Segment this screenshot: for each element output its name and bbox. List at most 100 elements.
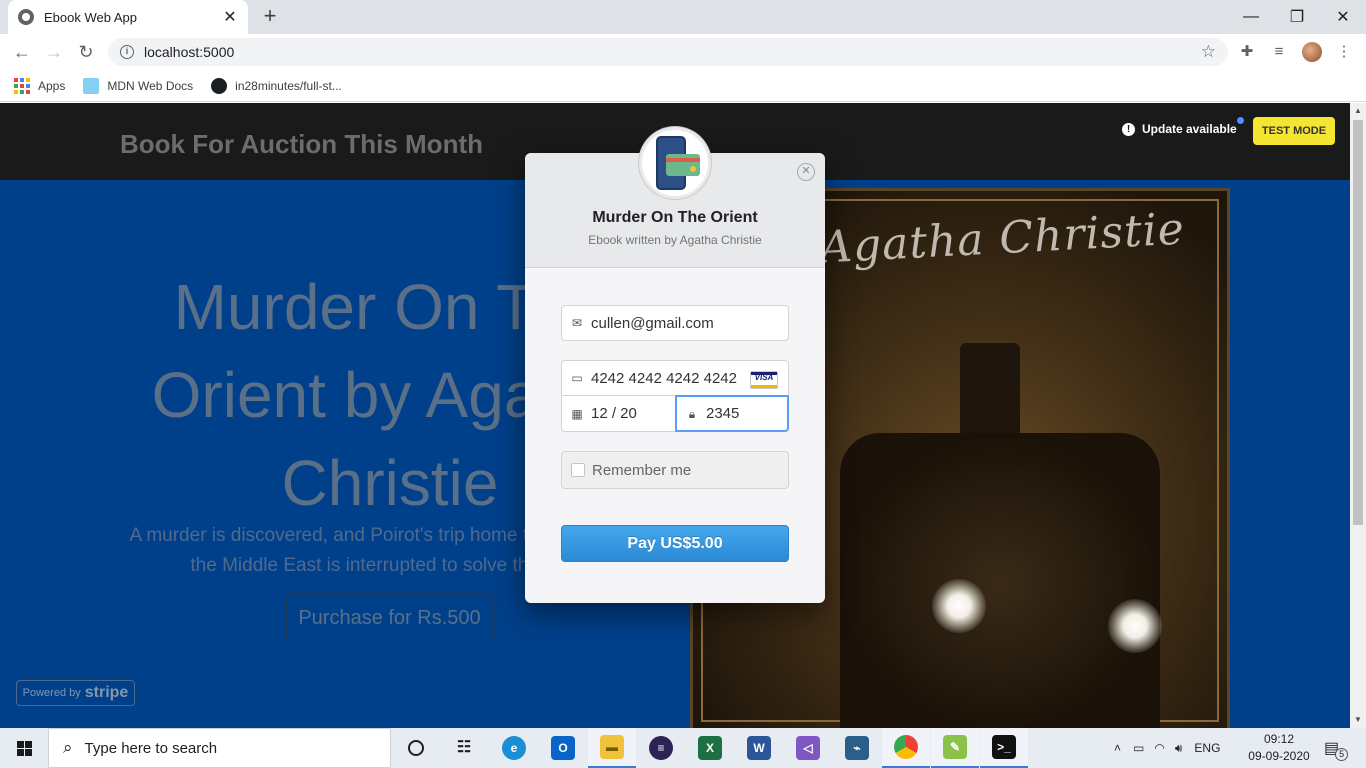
search-icon: ⌕ [63, 738, 73, 757]
taskbar-terminal[interactable]: >_ [980, 728, 1028, 768]
github-icon [211, 77, 228, 94]
taskbar-eclipse[interactable]: ≡ [637, 728, 685, 768]
menu-icon[interactable]: ⋮ [1334, 42, 1354, 62]
chrome-icon [894, 735, 918, 759]
page-scrollbar[interactable]: ▲ ▼ [1350, 103, 1366, 728]
powered-by-label: Powered by [22, 687, 81, 699]
bookmark-github[interactable]: in28minutes/full-st... [211, 77, 342, 94]
url-text[interactable]: localhost:5000 [144, 44, 1201, 60]
bookmark-mdn[interactable]: MDN Web Docs [83, 77, 194, 94]
remember-checkbox[interactable] [571, 463, 585, 477]
maximize-button[interactable]: ❐ [1274, 0, 1320, 34]
back-arrow-icon[interactable]: ← [10, 40, 34, 64]
clock[interactable]: 09:12 09-09-2020 [1240, 731, 1318, 765]
mdn-icon [83, 77, 100, 94]
pay-button[interactable]: Pay US$5.00 [561, 525, 789, 562]
browser-tab[interactable]: Ebook Web App ✕ [8, 0, 248, 34]
remember-me-row[interactable]: Remember me [561, 451, 789, 489]
apps-grid-icon [14, 77, 30, 94]
taskbar-notepad[interactable]: ✎ [931, 728, 979, 768]
profile-avatar[interactable] [1302, 42, 1322, 62]
card-icon: ▭ [571, 371, 583, 385]
minimize-button[interactable]: — [1228, 0, 1274, 34]
envelope-icon: ✉ [571, 316, 583, 330]
bookmark-apps[interactable]: Apps [14, 77, 65, 94]
scroll-thumb[interactable] [1353, 120, 1363, 525]
stripe-logo: stripe [84, 684, 129, 701]
close-icon[interactable]: ✕ [797, 163, 815, 181]
calendar-icon: ▦ [571, 406, 583, 421]
update-label: Update available [1142, 122, 1237, 136]
cortana-button[interactable] [392, 728, 440, 768]
email-value: cullen@gmail.com [591, 314, 714, 332]
wifi-icon[interactable]: ◠ [1154, 741, 1164, 755]
notification-center[interactable]: ▤ 5 [1324, 728, 1349, 768]
media-control-icon[interactable]: ≡ [1269, 42, 1289, 62]
powered-by-stripe[interactable]: Powered by stripe [16, 680, 135, 706]
search-placeholder: Type here to search [84, 739, 218, 757]
modal-header: ✕ Murder On The Orient Ebook written by … [525, 127, 825, 268]
payment-logo-icon [639, 127, 711, 199]
taskbar-mysql-workbench[interactable]: ⌁ [833, 728, 881, 768]
cortana-icon [408, 740, 424, 756]
outlook-icon: O [551, 736, 575, 760]
taskbar-outlook[interactable]: O [539, 728, 587, 768]
forward-arrow-icon[interactable]: → [42, 40, 66, 64]
chevron-up-icon[interactable]: ˄ [1114, 741, 1121, 755]
start-button[interactable] [0, 728, 48, 768]
system-tray: ˄ ▭ ◠ 🔊︎ ENG [1114, 728, 1220, 768]
notification-count: 5 [1335, 747, 1349, 761]
browser-toolbar: ← → ↻ i localhost:5000 ☆ ✚ ≡ ⋮ [0, 34, 1366, 70]
excel-icon: X [698, 736, 722, 760]
cvc-value: 2345 [706, 405, 740, 422]
extensions-icon[interactable]: ✚ [1237, 42, 1257, 62]
reload-icon[interactable]: ↻ [74, 40, 98, 64]
taskbar-search[interactable]: ⌕ Type here to search [48, 728, 391, 768]
clock-date: 09-09-2020 [1248, 749, 1310, 763]
notification-dot-icon [1237, 117, 1244, 124]
taskbar-chrome[interactable] [882, 728, 930, 768]
clock-time: 09:12 [1263, 732, 1295, 746]
info-icon[interactable]: i [120, 45, 134, 59]
scroll-up-icon[interactable]: ▲ [1350, 103, 1366, 119]
visual-studio-icon: ◁ [796, 736, 820, 760]
taskbar-visual-studio[interactable]: ◁ [784, 728, 832, 768]
card-number-field[interactable]: ▭ 4242 4242 4242 4242 VISA [561, 360, 789, 396]
email-field[interactable]: ✉ cullen@gmail.com [561, 305, 789, 341]
page-header-title: Book For Auction This Month [120, 129, 483, 159]
bookmarks-bar: Apps MDN Web Docs in28minutes/full-st... [0, 70, 1366, 102]
taskbar-edge[interactable]: e [490, 728, 538, 768]
star-icon[interactable]: ☆ [1201, 42, 1216, 62]
language-indicator[interactable]: ENG [1194, 741, 1220, 755]
address-bar[interactable]: i localhost:5000 ☆ [108, 38, 1228, 66]
windows-icon [16, 740, 32, 756]
task-view-button[interactable]: ☷ [440, 728, 488, 768]
close-window-button[interactable]: ✕ [1320, 0, 1366, 34]
cvc-field[interactable]: 🔒︎ 2345 [675, 395, 789, 432]
task-view-icon: ☷ [456, 739, 472, 756]
tab-strip: Ebook Web App ✕ + — ❐ ✕ [0, 0, 1366, 34]
remember-label: Remember me [592, 461, 692, 479]
taskbar-file-explorer[interactable]: ▬ [588, 728, 636, 768]
close-tab-icon[interactable]: ✕ [222, 7, 238, 27]
terminal-icon: >_ [992, 735, 1016, 759]
taskbar-word[interactable]: W [735, 728, 783, 768]
tab-title: Ebook Web App [44, 9, 137, 25]
purchase-button[interactable]: Purchase for Rs.500 [286, 594, 493, 642]
credit-card-icon [666, 154, 700, 176]
train-lamp [1108, 599, 1162, 653]
visa-icon: VISA [750, 371, 778, 389]
new-tab-button[interactable]: + [258, 4, 282, 28]
scroll-down-icon[interactable]: ▼ [1350, 712, 1366, 728]
bookmark-label: in28minutes/full-st... [235, 78, 342, 93]
mysql-workbench-icon: ⌁ [845, 736, 869, 760]
modal-title: Murder On The Orient [592, 209, 758, 226]
bookmark-label: MDN Web Docs [107, 78, 194, 93]
expiry-field[interactable]: ▦ 12 / 20 [561, 395, 676, 432]
globe-icon [18, 9, 34, 25]
taskbar-excel[interactable]: X [686, 728, 734, 768]
battery-icon[interactable]: ▭ [1133, 741, 1144, 755]
update-available[interactable]: ! Update available [1122, 122, 1237, 136]
volume-icon[interactable]: 🔊︎ [1175, 741, 1183, 756]
folder-icon: ▬ [600, 735, 624, 759]
